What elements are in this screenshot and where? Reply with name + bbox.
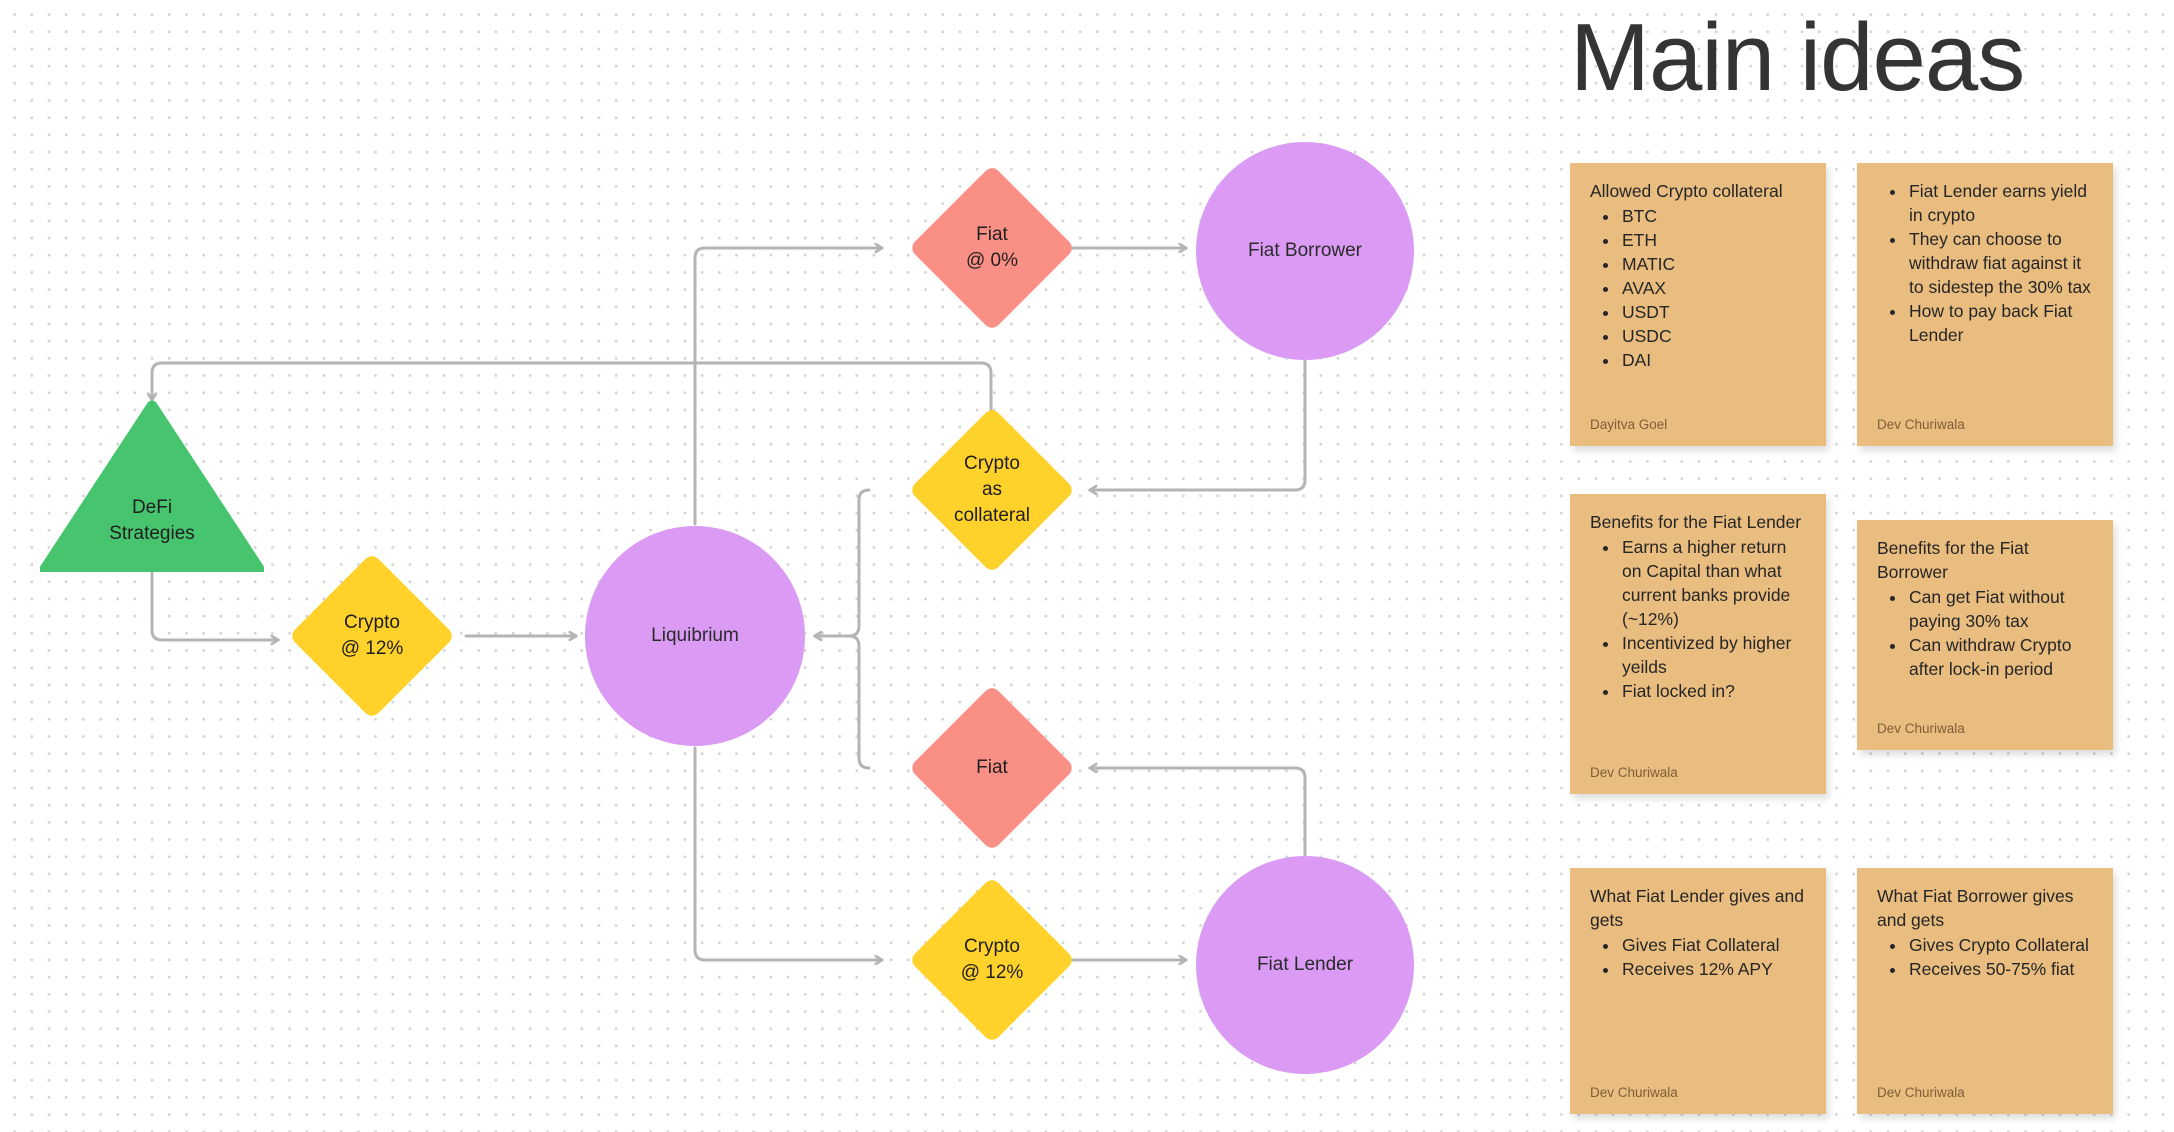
list-item: Fiat locked in? bbox=[1620, 680, 1806, 704]
edge-fiat-borrower-to-crypto-collateral bbox=[1088, 348, 1307, 496]
whiteboard-canvas[interactable]: DeFi Strategies Crypto @ 12% Liquibrium … bbox=[0, 0, 2174, 1132]
list-item: Receives 50-75% fiat bbox=[1907, 958, 2093, 982]
node-fiat[interactable]: Fiat bbox=[898, 674, 1086, 862]
list-item: Gives Crypto Collateral bbox=[1907, 934, 2093, 958]
node-defi-strategies[interactable]: DeFi Strategies bbox=[40, 400, 264, 572]
node-label: DeFi Strategies bbox=[109, 497, 195, 544]
sticky-bullets: Gives Crypto Collateral Receives 50-75% … bbox=[1877, 934, 2093, 982]
list-item: Gives Fiat Collateral bbox=[1620, 934, 1806, 958]
node-crypto-collateral[interactable]: Crypto as collateral bbox=[898, 396, 1086, 584]
list-item: They can choose to withdraw fiat against… bbox=[1907, 228, 2093, 300]
page-title: Main ideas bbox=[1570, 4, 2025, 111]
sticky-note[interactable]: Fiat Lender earns yield in crypto They c… bbox=[1857, 163, 2113, 446]
node-label: Crypto @ 12% bbox=[960, 936, 1024, 983]
sticky-title: What Fiat Borrower gives and gets bbox=[1877, 886, 2074, 930]
sticky-author: Dev Churiwala bbox=[1877, 417, 1965, 432]
node-crypto-12-bottom[interactable]: Crypto @ 12% bbox=[898, 866, 1086, 1054]
node-label: Crypto as collateral bbox=[953, 453, 1031, 526]
list-item: BTC bbox=[1620, 205, 1806, 229]
edge-crypto-collateral-to-defi bbox=[146, 361, 993, 414]
list-item: Fiat Lender earns yield in crypto bbox=[1907, 180, 2093, 228]
sticky-title: Benefits for the Fiat Lender bbox=[1590, 512, 1802, 532]
sticky-bullets: Gives Fiat Collateral Receives 12% APY bbox=[1590, 934, 1806, 982]
triangle-shape bbox=[40, 400, 264, 572]
edge-liquibrium-to-fiat0 bbox=[693, 242, 884, 526]
sticky-title: Benefits for the Fiat Borrower bbox=[1877, 538, 2029, 582]
edge-fiat-to-liquibrium bbox=[813, 630, 871, 770]
sticky-note[interactable]: Allowed Crypto collateral BTC ETH MATIC … bbox=[1570, 163, 1826, 446]
sticky-note[interactable]: What Fiat Borrower gives and gets Gives … bbox=[1857, 868, 2113, 1114]
sticky-note[interactable]: Benefits for the Fiat Borrower Can get F… bbox=[1857, 520, 2113, 750]
sticky-bullets: Earns a higher return on Capital than wh… bbox=[1590, 536, 1806, 704]
list-item: USDC bbox=[1620, 325, 1806, 349]
edge-liquibrium-to-crypto12-bottom bbox=[693, 746, 884, 966]
list-item: Incentivized by higher yeilds bbox=[1620, 632, 1806, 680]
list-item: How to pay back Fiat Lender bbox=[1907, 300, 2093, 348]
sticky-note[interactable]: What Fiat Lender gives and gets Gives Fi… bbox=[1570, 868, 1826, 1114]
node-label: Fiat @ 0% bbox=[965, 224, 1019, 271]
sticky-author: Dev Churiwala bbox=[1877, 1085, 1965, 1100]
sticky-author: Dev Churiwala bbox=[1877, 721, 1965, 736]
list-item: MATIC bbox=[1620, 253, 1806, 277]
list-item: Receives 12% APY bbox=[1620, 958, 1806, 982]
sticky-bullets: BTC ETH MATIC AVAX USDT USDC DAI bbox=[1590, 205, 1806, 373]
node-label: Crypto @ 12% bbox=[340, 612, 404, 659]
list-item: ETH bbox=[1620, 229, 1806, 253]
sticky-title: Allowed Crypto collateral bbox=[1590, 181, 1783, 201]
list-item: DAI bbox=[1620, 349, 1806, 373]
list-item: Can withdraw Crypto after lock-in period bbox=[1907, 634, 2093, 682]
node-fiat-borrower[interactable]: Fiat Borrower bbox=[1196, 142, 1414, 360]
list-item: AVAX bbox=[1620, 277, 1806, 301]
sticky-title: What Fiat Lender gives and gets bbox=[1590, 886, 1805, 930]
node-label: Fiat Lender bbox=[1256, 953, 1354, 975]
node-label: Liquibrium bbox=[651, 624, 739, 646]
sticky-note[interactable]: Benefits for the Fiat Lender Earns a hig… bbox=[1570, 494, 1826, 794]
node-label: Fiat Borrower bbox=[1247, 239, 1363, 261]
sticky-bullets: Can get Fiat without paying 30% tax Can … bbox=[1877, 586, 2093, 682]
sticky-author: Dev Churiwala bbox=[1590, 1085, 1678, 1100]
list-item: Can get Fiat without paying 30% tax bbox=[1907, 586, 2093, 634]
node-crypto-12-left[interactable]: Crypto @ 12% bbox=[278, 542, 466, 730]
edge-defi-to-crypto12 bbox=[150, 570, 280, 646]
sticky-bullets: Fiat Lender earns yield in crypto They c… bbox=[1877, 180, 2093, 348]
node-liquibrium[interactable]: Liquibrium bbox=[585, 526, 805, 746]
sticky-author: Dayitva Goel bbox=[1590, 417, 1668, 432]
edge-crypto-collateral-to-liquibrium bbox=[813, 488, 871, 642]
sticky-author: Dev Churiwala bbox=[1590, 765, 1678, 780]
list-item: USDT bbox=[1620, 301, 1806, 325]
node-fiat-lender[interactable]: Fiat Lender bbox=[1196, 856, 1414, 1074]
edge-fiat-lender-to-fiat bbox=[1088, 762, 1307, 870]
node-fiat-0[interactable]: Fiat @ 0% bbox=[898, 154, 1086, 342]
node-label: Fiat bbox=[976, 757, 1008, 779]
main-ideas-panel: Main ideas Allowed Crypto collateral BTC… bbox=[1540, 0, 2174, 1132]
list-item: Earns a higher return on Capital than wh… bbox=[1620, 536, 1806, 632]
